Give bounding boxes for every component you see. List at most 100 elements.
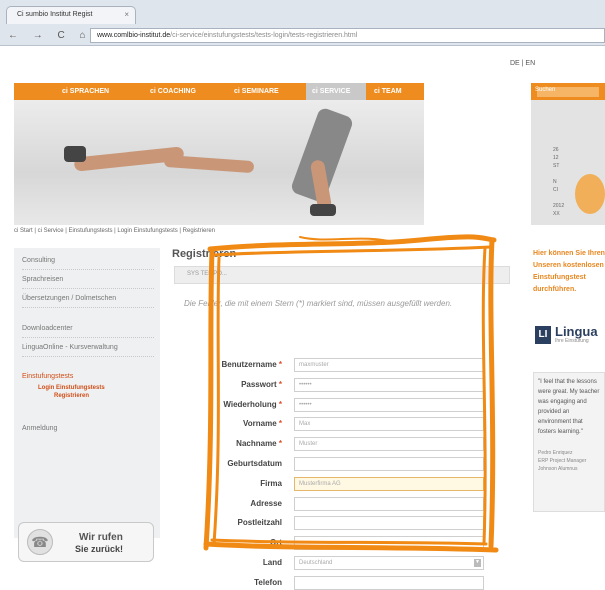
form-input[interactable]: maxmuster: [294, 358, 484, 372]
hero-banner: [14, 100, 424, 225]
field-label: Passwort *: [172, 380, 282, 389]
lingua-logo[interactable]: LI Lingua Ihre Einstufung: [533, 324, 605, 348]
hero-orange-shape: [575, 174, 605, 214]
field-value: Deutschland: [299, 560, 333, 566]
main-content: Registrieren SYS TEMPO... Die Felder, di…: [172, 248, 512, 590]
testimonial-box: "I feel that the lessons were great. My …: [533, 372, 605, 512]
field-label: Adresse: [172, 499, 282, 508]
required-asterisk: *: [278, 379, 282, 389]
callback-line-2: Sie zurück!: [75, 544, 124, 554]
field-label: Ort: [172, 538, 282, 547]
field-label: Telefon: [172, 578, 282, 587]
search-label: Suchen: [535, 87, 556, 93]
field-value: Muster: [299, 441, 318, 448]
main-navigation: ci SPRACHEN ci COACHING ci SEMINARE ci S…: [14, 83, 424, 100]
hero-leg-2: [163, 154, 255, 174]
right-column: Hier können Sie Ihren Unseren kostenlose…: [533, 248, 605, 512]
field-label: Firma: [172, 479, 282, 488]
field-label-text: Adresse: [250, 498, 282, 508]
language-switch[interactable]: DE | EN: [510, 60, 535, 67]
nav-item-coaching[interactable]: ci COACHING: [150, 83, 196, 100]
breadcrumb[interactable]: ci Start | ci Service | Einstufungstests…: [14, 228, 215, 234]
form-input[interactable]: ••••••: [294, 397, 484, 412]
tab-close-icon[interactable]: ×: [124, 10, 129, 19]
field-label-text: Benutzername: [221, 360, 277, 369]
required-asterisk: *: [278, 360, 282, 369]
field-label-text: Wiederholung: [223, 399, 277, 409]
field-label: Geburtsdatum: [172, 459, 282, 468]
nav-item-sprachen[interactable]: ci SPRACHEN: [62, 83, 109, 100]
hero-shoe-1: [64, 146, 86, 162]
sidebar-item-anmeldung[interactable]: Anmeldung: [22, 424, 154, 437]
form-input[interactable]: [294, 516, 484, 531]
form-header-label: SYS TEMPO...: [187, 271, 227, 277]
field-label: Wiederholung *: [172, 400, 282, 409]
required-asterisk: *: [278, 419, 282, 429]
field-label: Benutzername *: [172, 360, 282, 369]
callback-line-1: Wir rufen: [79, 532, 123, 543]
sidebar-item-sprachreisen[interactable]: Sprachreisen: [22, 275, 154, 289]
form-input[interactable]: Musterfirma AG: [294, 476, 484, 491]
promo-text[interactable]: Hier können Sie Ihren Unseren kostenlose…: [533, 248, 605, 296]
search-box[interactable]: Suchen: [531, 83, 605, 100]
browser-tab[interactable]: Ci sumbio Institut Regist ×: [6, 6, 136, 24]
form-input[interactable]: [294, 575, 484, 590]
page-title: Registrieren: [172, 248, 237, 260]
required-asterisk: *: [278, 399, 282, 409]
field-label-text: Telefon: [254, 577, 282, 587]
form-input[interactable]: ••••••: [294, 377, 484, 392]
form-input[interactable]: [294, 496, 484, 511]
sidebar: Consulting Sprachreisen Übersetzungen / …: [14, 248, 160, 538]
callback-button[interactable]: ☎ Wir rufen Sie zurück!: [18, 522, 154, 562]
field-value: Max: [299, 421, 311, 428]
sidebar-subitem-login[interactable]: Login Einstufungstests: [38, 384, 105, 392]
nav-item-team[interactable]: ci TEAM: [374, 83, 402, 100]
hero-shoe-2: [310, 204, 336, 216]
field-label-text: Ort: [270, 538, 282, 548]
field-value: maxmuster: [299, 362, 329, 368]
field-value: ••••••: [299, 381, 312, 388]
chevron-down-icon[interactable]: ▼: [474, 559, 481, 567]
field-label-text: Land: [262, 558, 282, 567]
form-input[interactable]: [294, 536, 484, 551]
field-label-text: Vorname: [243, 419, 277, 429]
url-domain: www.comlbio-institut.de: [97, 32, 171, 39]
hero-side-text: 26 12 ST N CI 2012 XX: [553, 147, 565, 217]
testimonial-text: "I feel that the lessons were great. My …: [538, 379, 600, 435]
form-input[interactable]: Muster: [294, 437, 484, 452]
phone-icon: ☎: [27, 529, 53, 555]
nav-item-service-active[interactable]: ci SERVICE: [306, 83, 366, 100]
sidebar-item-consulting[interactable]: Consulting: [22, 256, 154, 270]
logo-mark: LI: [535, 326, 551, 344]
form-input[interactable]: [294, 457, 484, 471]
form-header-bar: SYS TEMPO...: [174, 266, 510, 284]
address-bar[interactable]: www.comlbio-institut.de/ci-service/einst…: [90, 28, 605, 43]
browser-nav-icons[interactable]: ← → C ⌂: [8, 30, 92, 41]
field-label: Vorname *: [172, 419, 282, 428]
sidebar-item-uebersetzungen[interactable]: Übersetzungen / Dolmetschen: [22, 294, 154, 308]
form-input[interactable]: Max: [294, 417, 484, 432]
field-label-text: Geburtsdatum: [227, 459, 282, 468]
country-select[interactable]: Deutschland ▼: [294, 556, 484, 570]
tab-title: Ci sumbio Institut Regist: [17, 11, 93, 18]
web-page: DE | EN ci SPRACHEN ci COACHING ci SEMIN…: [0, 46, 605, 590]
hero-side-image: 26 12 ST N CI 2012 XX: [531, 100, 605, 225]
url-path: /ci-service/einstufungstests/tests-login…: [170, 32, 358, 39]
sidebar-subitem-registrieren[interactable]: Registrieren: [54, 392, 89, 400]
field-label-text: Passwort: [241, 379, 277, 389]
field-label: Postleitzahl: [172, 518, 282, 527]
browser-chrome: Ci sumbio Institut Regist × ← → C ⌂ www.…: [0, 0, 605, 46]
field-value: ••••••: [299, 401, 312, 408]
field-value: Musterfirma AG: [299, 480, 341, 487]
logo-word: Lingua: [555, 324, 598, 339]
logo-sub: Ihre Einstufung: [555, 338, 589, 344]
field-label: Nachname *: [172, 439, 282, 448]
required-note: Die Felder, die mit einem Stern (*) mark…: [184, 299, 453, 308]
sidebar-item-downloadcenter[interactable]: Downloadcenter: [22, 324, 154, 338]
field-label: Land: [172, 558, 282, 567]
nav-item-seminare[interactable]: ci SEMINARE: [234, 83, 279, 100]
testimonial-author: Pedro Enriquez ERP Project Manager Johns…: [538, 450, 587, 472]
sidebar-item-linguaonline[interactable]: LinguaOnline - Kursverwaltung: [22, 343, 154, 357]
field-label-text: Nachname: [236, 439, 277, 449]
field-label-text: Postleitzahl: [237, 518, 282, 528]
